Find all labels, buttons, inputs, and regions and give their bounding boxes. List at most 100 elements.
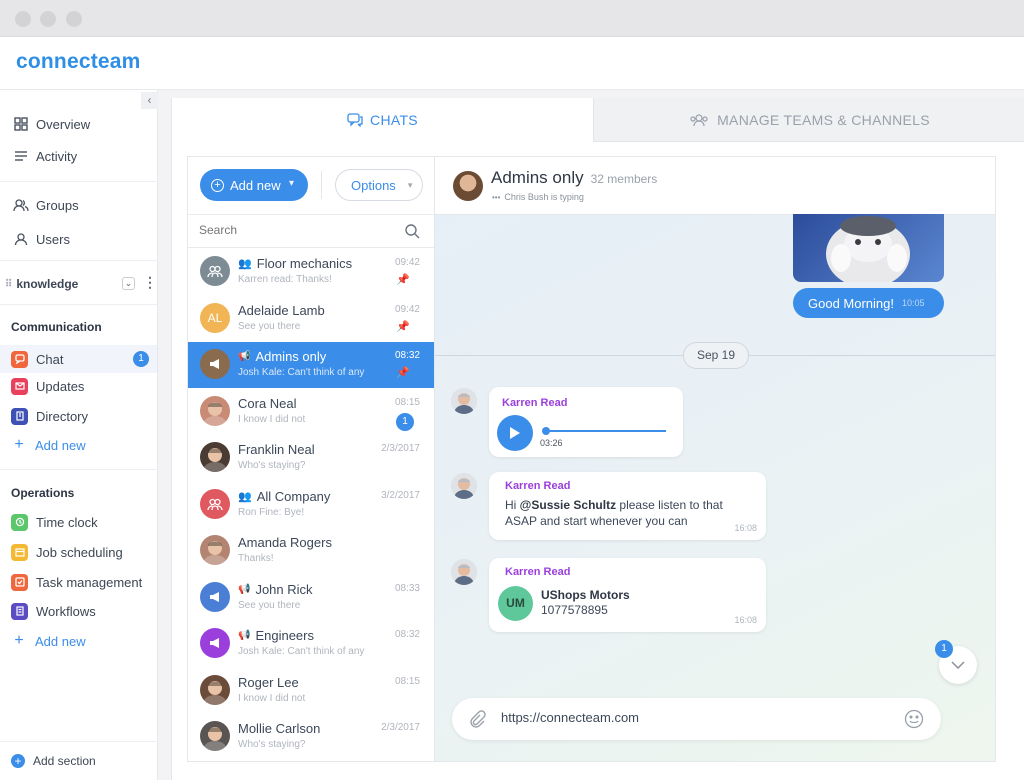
pin-icon[interactable]: 📌 bbox=[396, 320, 410, 333]
contact-name[interactable]: UShops Motors bbox=[541, 588, 630, 602]
sidebar-item-activity[interactable]: Activity bbox=[13, 146, 77, 166]
chat-list-row[interactable]: Franklin Neal Who's staying? 2/3/2017 bbox=[188, 435, 434, 481]
message-sender[interactable]: Karren Read bbox=[502, 397, 567, 409]
sender-avatar[interactable] bbox=[451, 388, 477, 414]
chat-name-text: Adelaide Lamb bbox=[238, 302, 325, 318]
member-count[interactable]: 32 members bbox=[591, 172, 658, 186]
add-section-button[interactable]: + Add section bbox=[11, 751, 96, 771]
chat-bubble-icon bbox=[347, 113, 363, 127]
more-vertical-icon[interactable]: ⋮ bbox=[143, 274, 157, 291]
message-sender[interactable]: Karren Read bbox=[505, 566, 570, 578]
chevron-left-icon[interactable]: ‹ bbox=[141, 92, 158, 109]
message-input[interactable] bbox=[501, 710, 881, 725]
sidebar-item-chat[interactable]: Chat 1 bbox=[0, 345, 157, 373]
image-message[interactable] bbox=[793, 214, 944, 282]
unread-badge: 1 bbox=[133, 351, 149, 367]
avatar[interactable] bbox=[200, 721, 230, 751]
divider bbox=[0, 304, 158, 305]
audio-progress-track[interactable] bbox=[542, 427, 666, 435]
chat-list-row[interactable]: 📢 Engineers Josh Kale: Can't think of any 0… bbox=[188, 621, 434, 667]
outgoing-message[interactable]: Good Morning! 10:05 bbox=[793, 288, 944, 318]
sidebar-item-overview[interactable]: Overview bbox=[13, 114, 90, 134]
tab-chats[interactable]: CHATS bbox=[172, 98, 593, 142]
add-new-label: Add new bbox=[35, 437, 86, 453]
contact-number[interactable]: 1077578895 bbox=[541, 603, 608, 617]
chat-name-text: All Company bbox=[256, 488, 331, 504]
options-button[interactable]: Options ▾ bbox=[335, 169, 423, 201]
sidebar-item-label: Activity bbox=[36, 148, 78, 164]
message-sender[interactable]: Karren Read bbox=[505, 480, 570, 492]
drag-handle-icon[interactable]: ⠿ bbox=[5, 279, 12, 290]
sidebar-item-label: Task management bbox=[36, 574, 143, 590]
audio-scrubber[interactable] bbox=[542, 427, 550, 435]
workspace-selector[interactable]: ⠿ knowledge ⌄ ⋮ bbox=[5, 274, 157, 294]
sidebar-item-groups[interactable]: Groups bbox=[13, 195, 79, 215]
avatar[interactable] bbox=[200, 488, 230, 519]
sidebar-item-label: Updates bbox=[36, 378, 85, 394]
avatar[interactable] bbox=[200, 628, 230, 658]
last-message-time: 08:33 bbox=[394, 582, 420, 594]
chat-list-row[interactable]: 👥 All Company Ron Fine: Bye! 3/2/2017 bbox=[188, 482, 434, 528]
chat-list-row[interactable]: 📢 John Rick See you there 08:33 bbox=[188, 575, 434, 621]
sidebar-item-directory[interactable]: Directory bbox=[11, 406, 88, 426]
sidebar-item-task-management[interactable]: Task management bbox=[11, 572, 142, 592]
sidebar-item-users[interactable]: Users bbox=[13, 229, 70, 249]
divider bbox=[0, 260, 158, 261]
add-communication-app-button[interactable]: + Add new bbox=[11, 435, 86, 455]
avatar[interactable] bbox=[200, 535, 230, 565]
message-body[interactable]: Hi @Sussie Schultz please listen to that… bbox=[505, 497, 747, 529]
sidebar-item-workflows[interactable]: Workflows bbox=[11, 601, 96, 621]
person-photo-icon bbox=[203, 448, 227, 472]
sidebar-item-updates[interactable]: Updates bbox=[11, 376, 84, 396]
window-control-dot[interactable] bbox=[40, 11, 56, 27]
message-time: 16:08 bbox=[734, 523, 757, 533]
contact-avatar[interactable]: UM bbox=[498, 586, 533, 621]
last-message-time: 08:15 bbox=[394, 675, 420, 687]
message-time: 16:08 bbox=[734, 615, 757, 625]
last-message-preview: Josh Kale: Can't think of any bbox=[238, 367, 365, 378]
chat-list-row[interactable]: 👥 Floor mechanics Karren read: Thanks! 09:4… bbox=[188, 249, 434, 295]
pin-icon[interactable]: 📌 bbox=[396, 273, 410, 286]
emoji-icon[interactable] bbox=[904, 709, 924, 729]
avatar[interactable] bbox=[200, 349, 230, 379]
chat-list-row[interactable]: Mollie Carlson Who's staying? 2/3/2017 bbox=[188, 714, 434, 760]
window-control-dot[interactable] bbox=[66, 11, 82, 27]
last-message-time: 3/2/2017 bbox=[381, 489, 420, 501]
chat-list-row[interactable]: Cora Neal I know I did not 08:15 1 bbox=[188, 389, 434, 435]
avatar[interactable] bbox=[200, 442, 230, 472]
search-input[interactable] bbox=[199, 223, 389, 237]
chat-list-row[interactable]: Amanda Rogers Thanks! bbox=[188, 528, 434, 574]
chat-list-row[interactable]: Roger Lee I know I did not 08:15 bbox=[188, 668, 434, 714]
avatar[interactable] bbox=[200, 256, 230, 286]
chat-list-row[interactable]: AL Adelaide Lamb See you there 09:42 📌 bbox=[188, 296, 434, 342]
clock-icon bbox=[11, 513, 28, 531]
chat-name: Roger Lee bbox=[238, 675, 299, 690]
sender-avatar[interactable] bbox=[451, 473, 477, 499]
tab-manage-teams[interactable]: MANAGE TEAMS & CHANNELS bbox=[593, 98, 1024, 142]
avatar[interactable] bbox=[200, 395, 230, 426]
user-mention[interactable]: @Sussie Schultz bbox=[520, 498, 616, 512]
avatar[interactable] bbox=[200, 581, 230, 612]
app-logo[interactable]: connecteam bbox=[16, 50, 141, 74]
search-icon[interactable] bbox=[404, 223, 420, 239]
chat-list-row[interactable]: 📢 Admins only Josh Kale: Can't think of an… bbox=[188, 342, 434, 388]
calendar-icon bbox=[11, 543, 28, 561]
sidebar-item-time-clock[interactable]: Time clock bbox=[11, 512, 98, 532]
window-control-dot[interactable] bbox=[15, 11, 31, 27]
last-message-time: 09:42 bbox=[394, 303, 420, 315]
attachment-icon[interactable] bbox=[468, 710, 486, 728]
channel-avatar[interactable] bbox=[453, 171, 483, 201]
avatar[interactable]: AL bbox=[200, 302, 230, 333]
sender-avatar[interactable] bbox=[451, 559, 477, 585]
add-new-chat-button[interactable]: + Add new ▾ bbox=[200, 169, 308, 201]
chevron-down-icon bbox=[951, 661, 965, 669]
last-message-preview: I know I did not bbox=[238, 692, 306, 704]
chevron-down-icon[interactable]: ⌄ bbox=[122, 277, 135, 290]
avatar[interactable] bbox=[200, 674, 230, 705]
add-operations-app-button[interactable]: + Add new bbox=[11, 631, 85, 651]
sidebar-item-job-scheduling[interactable]: Job scheduling bbox=[11, 542, 123, 562]
play-button[interactable] bbox=[497, 415, 533, 451]
person-photo-icon bbox=[203, 680, 227, 705]
last-message-preview: Josh Kale: Can't think of any bbox=[238, 646, 365, 657]
pin-icon[interactable]: 📌 bbox=[396, 366, 410, 379]
